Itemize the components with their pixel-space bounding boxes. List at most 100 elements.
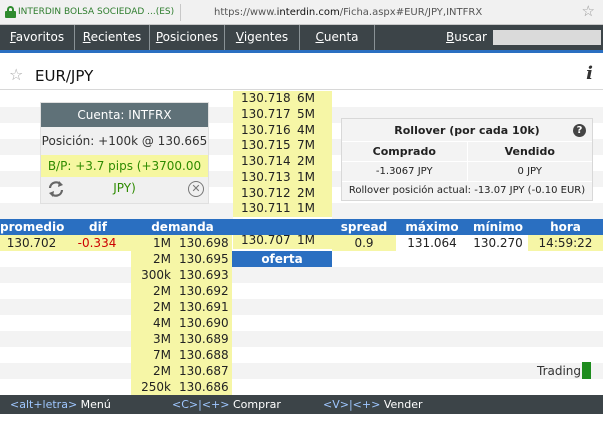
- bookmark-star-icon[interactable]: ☆: [582, 2, 595, 20]
- bid-size: 1M: [153, 236, 171, 250]
- ask-price: 130.713: [241, 169, 291, 184]
- minimo-value: 130.270: [473, 236, 523, 250]
- market-data-header: promedio dif demanda spread máximo mínim…: [0, 219, 603, 235]
- bid-size: 2M: [153, 364, 171, 378]
- buy-shortcut-label: Comprar: [232, 398, 281, 411]
- row-stripe: [0, 299, 603, 315]
- url-scheme: https://www.: [214, 7, 277, 18]
- ask-price: 130.718: [241, 91, 291, 105]
- rollover-col-bought: Comprado: [342, 142, 468, 161]
- rollover-val-bought: -1.3067 JPY: [342, 162, 468, 181]
- refresh-icon[interactable]: [47, 180, 65, 198]
- oferta-header: oferta: [232, 251, 332, 267]
- ask-ladder-row[interactable]: 130.711 1M: [233, 201, 332, 217]
- help-icon[interactable]: ?: [573, 124, 586, 137]
- ask-size: 1M: [297, 201, 315, 216]
- col-dif: dif: [89, 220, 107, 234]
- info-icon[interactable]: i: [586, 63, 593, 84]
- bid-price: 130.691: [179, 300, 229, 314]
- bid-ladder-row[interactable]: 4M 130.690: [131, 315, 232, 331]
- rollover-actual: Rollover posición actual: -13.07 JPY (-0…: [348, 185, 586, 196]
- menu-shortcut-label: Menú: [80, 398, 111, 411]
- bid-ladder-row[interactable]: 7M 130.688: [131, 347, 232, 363]
- url-field[interactable]: https://www.interdin.com/Ficha.aspx#EUR/…: [214, 4, 482, 21]
- page-title: EUR/JPY: [35, 67, 94, 85]
- menu-cuenta[interactable]: Cuenta: [300, 25, 375, 50]
- url-domain: interdin.com: [276, 7, 340, 18]
- bid-ladder-row[interactable]: 3M 130.689: [131, 331, 232, 347]
- ask-ladder-row[interactable]: 130.707 1M: [233, 232, 332, 249]
- bid-ladder-row[interactable]: 300k 130.693: [131, 267, 232, 283]
- bid-size: 3M: [153, 332, 171, 346]
- bid-ladder-row[interactable]: 250k 130.686: [131, 379, 232, 395]
- col-demanda: demanda: [151, 220, 214, 234]
- position-text: Posición: +100k @ 130.665: [41, 134, 208, 148]
- ask-size: 4M: [297, 122, 315, 137]
- ask-size: 2M: [297, 154, 315, 168]
- ask-price: 130.711: [241, 201, 291, 216]
- ask-ladder-row[interactable]: 130.714 2M: [233, 154, 332, 170]
- instrument-header: ☆ EUR/JPY i: [0, 60, 603, 90]
- bid-price: 130.698: [179, 236, 229, 250]
- col-promedio: promedio: [0, 220, 65, 234]
- buy-shortcut[interactable]: <C>|<+> Comprar: [172, 395, 281, 414]
- trading-label: Trading: [537, 364, 582, 378]
- bid-ladder: 1M 130.698 2M 130.695 300k 130.693 2M 130.692 2M…: [131, 235, 232, 395]
- shortcut-footer: <alt+letra> Menú <C>|<+> Comprar <V>|<+>…: [0, 395, 603, 414]
- ask-ladder-row[interactable]: 130.715 7M: [233, 138, 332, 154]
- site-identity[interactable]: INTERDIN BOLSA SOCIEDAD ...(ES): [18, 4, 182, 21]
- bid-price: 130.692: [179, 284, 229, 298]
- ask-ladder-row[interactable]: 130.713 1M: [233, 169, 332, 186]
- favorite-star-icon[interactable]: ☆: [9, 65, 23, 84]
- ask-price: 130.717: [241, 106, 291, 121]
- rollover-panel: Rollover (por cada 10k) ? Comprado Vendi…: [341, 118, 593, 201]
- lock-icon: [5, 6, 16, 18]
- col-maximo: máximo: [405, 220, 459, 234]
- ask-size: 1M: [297, 169, 315, 184]
- menu-favoritos[interactable]: Favoritos: [0, 25, 75, 50]
- rollover-col-sold: Vendido: [504, 145, 555, 158]
- close-position-icon[interactable]: ✕: [188, 181, 204, 197]
- pnl-text: B/P: +3.7 pips (+3700.00 JPY): [41, 155, 208, 195]
- menu-shortcut: <alt+letra> Menú: [10, 395, 111, 414]
- bid-ladder-row[interactable]: 1M 130.698: [131, 235, 232, 251]
- ask-size: 7M: [297, 138, 315, 153]
- maximo-value: 131.064: [407, 236, 457, 250]
- bid-price: 130.687: [179, 364, 229, 378]
- ask-size: 6M: [297, 91, 315, 105]
- promedio-value: 130.702: [0, 235, 63, 251]
- bid-ladder-row[interactable]: 2M 130.695: [131, 251, 232, 267]
- bid-size: 250k: [141, 380, 171, 394]
- bid-price: 130.689: [179, 332, 229, 346]
- bid-size: 7M: [153, 348, 171, 362]
- bid-size: 2M: [153, 252, 171, 266]
- bid-ladder-row[interactable]: 2M 130.687: [131, 363, 232, 379]
- menu-posiciones[interactable]: Posiciones: [150, 25, 225, 50]
- bid-price: 130.686: [179, 380, 229, 394]
- menu-vigentes[interactable]: Vigentes: [225, 25, 300, 50]
- ask-ladder-row[interactable]: 130.717 5M: [233, 106, 332, 123]
- search-input[interactable]: [493, 30, 601, 45]
- buy-shortcut-key: <C>|<+>: [172, 398, 230, 411]
- bid-size: 2M: [153, 300, 171, 314]
- bid-ladder-row[interactable]: 2M 130.692: [131, 283, 232, 299]
- menu-recientes[interactable]: Recientes: [75, 25, 150, 50]
- bid-size: 2M: [153, 284, 171, 298]
- bottom-margin: [0, 414, 603, 426]
- ask-ladder-row[interactable]: 130.712 2M: [233, 185, 332, 202]
- ask-size: 5M: [297, 106, 315, 121]
- ask-ladder-row[interactable]: 130.716 4M: [233, 122, 332, 139]
- trading-status-indicator: [582, 362, 591, 379]
- bid-price: 130.690: [179, 316, 229, 330]
- hora-value: 14:59:22: [528, 235, 603, 251]
- ask-ladder-row[interactable]: 130.718 6M: [233, 91, 332, 107]
- row-stripe: [0, 363, 603, 379]
- bid-ladder-row[interactable]: 2M 130.691: [131, 299, 232, 315]
- url-path: /Ficha.aspx#EUR/JPY,INTFRX: [339, 7, 483, 18]
- ask-price: 130.714: [241, 154, 291, 168]
- row-stripe: [0, 331, 603, 347]
- row-stripe: [0, 267, 603, 283]
- sell-shortcut[interactable]: <V>|<+> Vender: [323, 395, 423, 414]
- spread-value: 0.9: [332, 235, 396, 251]
- search-label: Buscar: [446, 30, 487, 44]
